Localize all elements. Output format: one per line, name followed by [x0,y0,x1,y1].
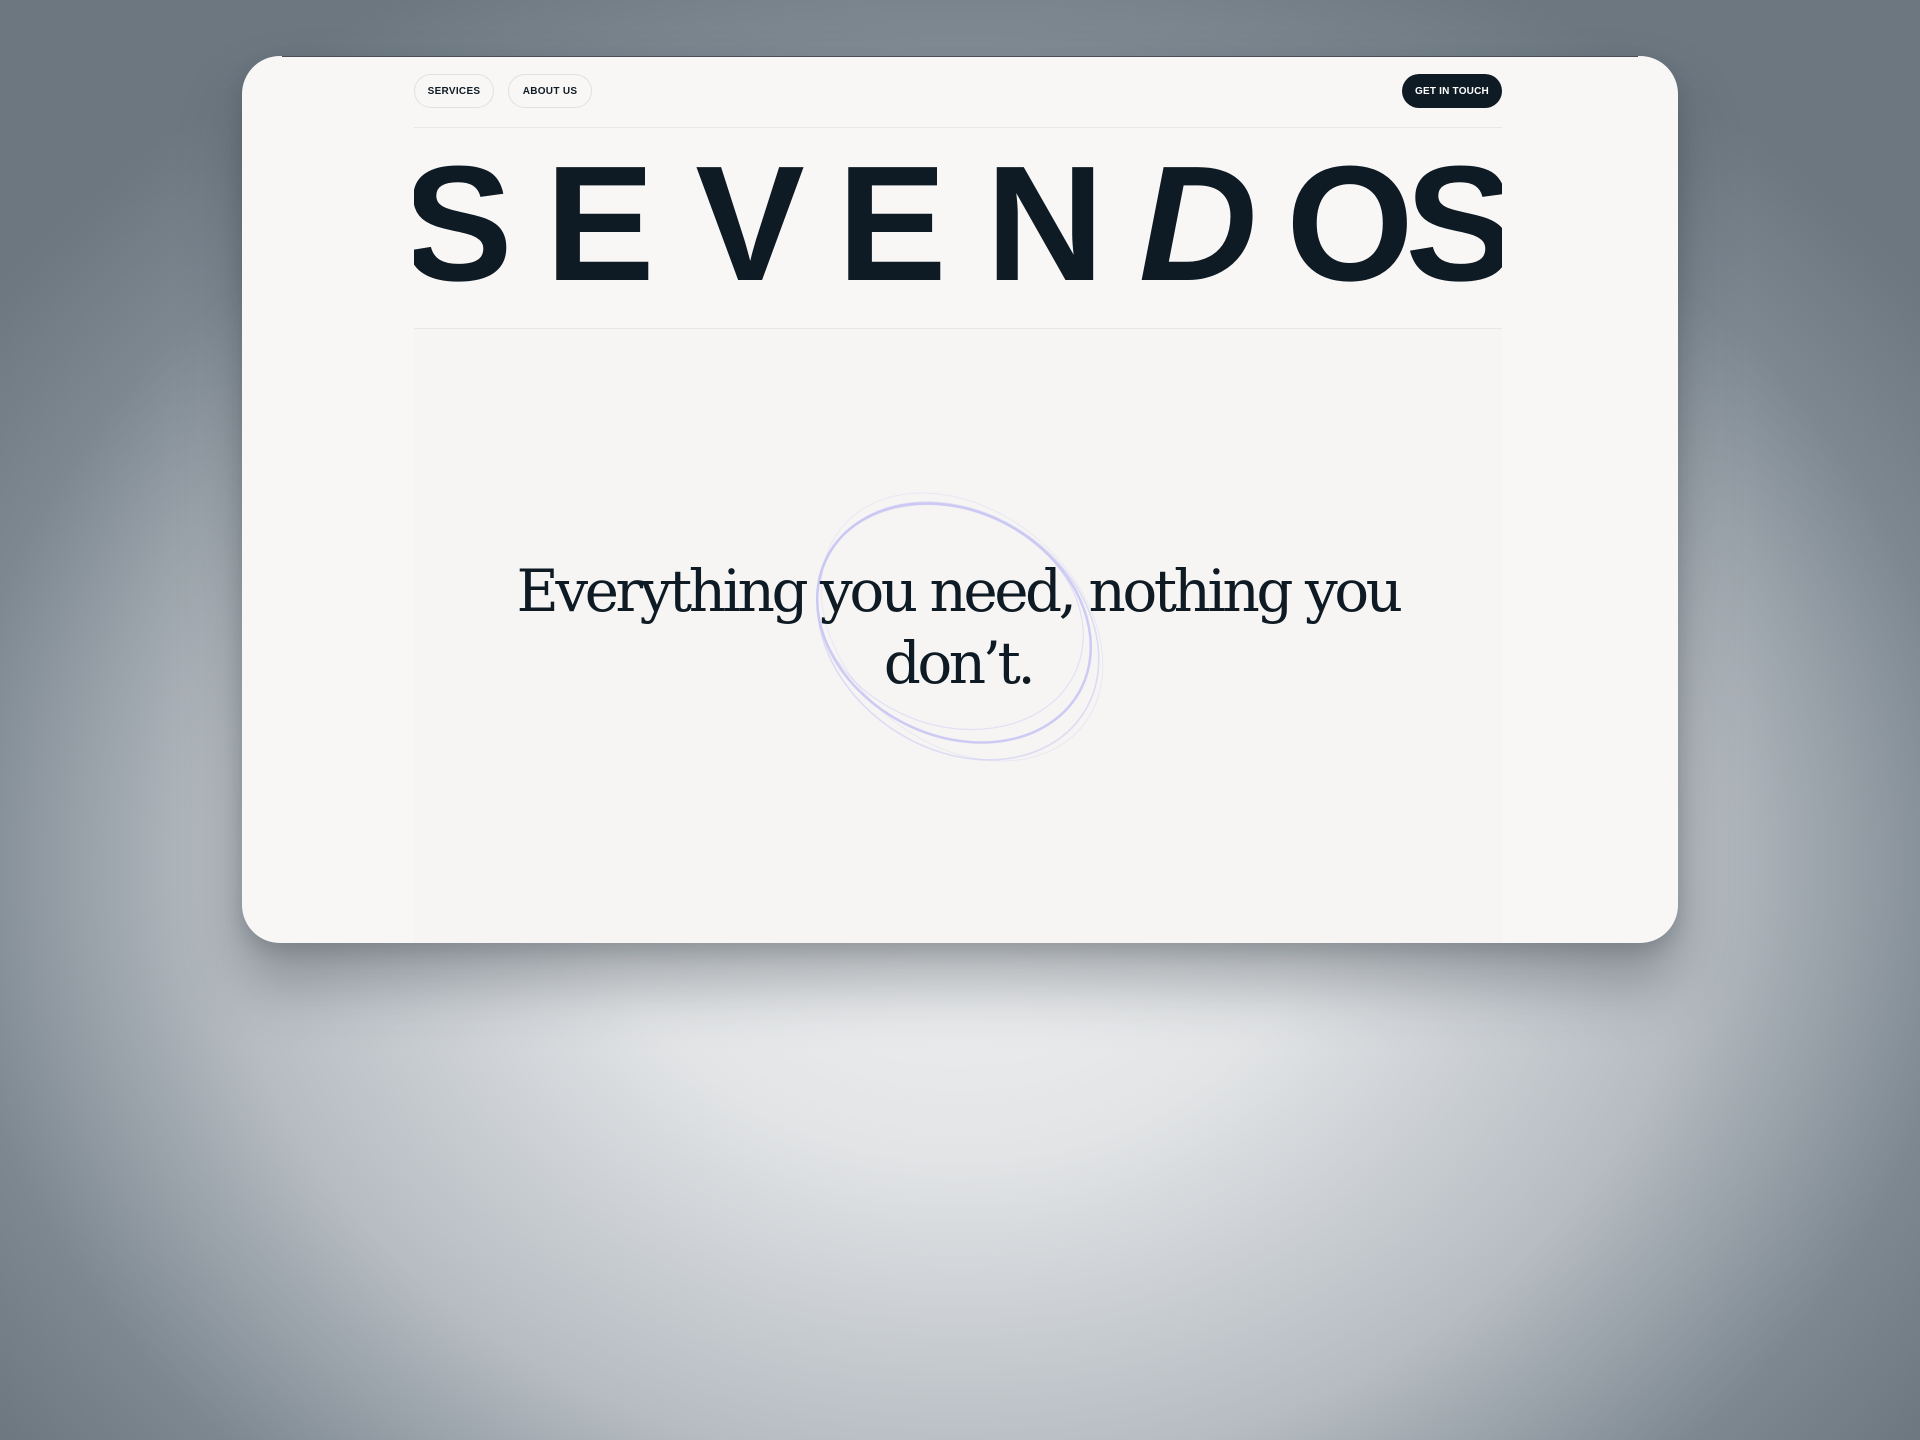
hero-section: Everything you need, nothing you don’t. [414,329,1502,943]
site-content: SERVICES ABOUT US GET IN TOUCH S E V E N… [414,56,1502,943]
wordmark-letter-s1: S [414,152,513,302]
nav-about-us-link[interactable]: ABOUT US [508,74,592,108]
wordmark-letter-n: N [986,152,1104,302]
get-in-touch-button[interactable]: GET IN TOUCH [1402,74,1502,108]
wordmark-svg: S E V E N D O S [414,152,1502,302]
brand-wordmark: S E V E N D O S [414,152,1502,302]
wordmark-letter-o: O [1286,152,1414,302]
header-divider [414,127,1502,128]
wordmark-letter-d: D [1139,152,1257,302]
browser-window: SERVICES ABOUT US GET IN TOUCH S E V E N… [242,56,1678,943]
wordmark-letter-e2: E [837,152,946,302]
wordmark-letter-s2: S [1405,152,1502,302]
top-nav: SERVICES ABOUT US GET IN TOUCH [414,74,1502,110]
wordmark-letter-v: V [695,152,804,302]
wordmark-letter-e1: E [545,152,654,302]
hero-headline: Everything you need, nothing you don’t. [516,557,1403,697]
nav-services-link[interactable]: SERVICES [414,74,494,108]
